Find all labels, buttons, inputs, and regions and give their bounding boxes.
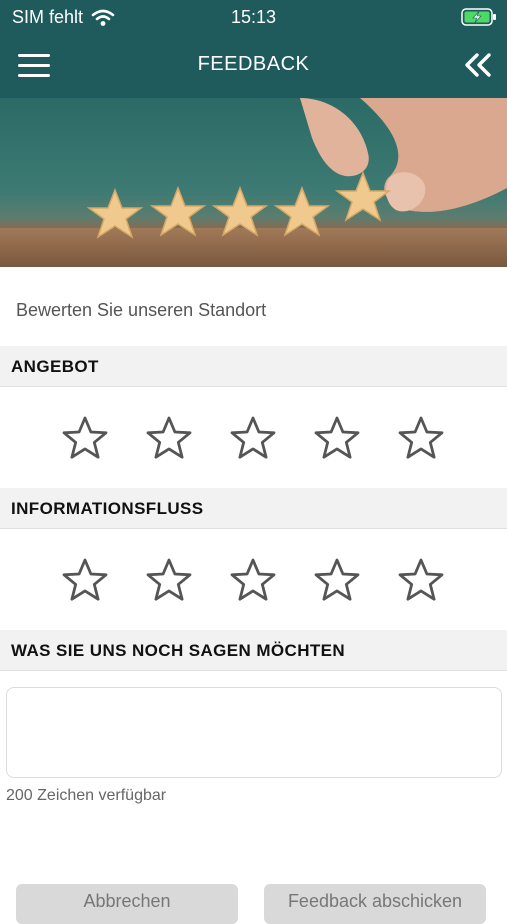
page-title: FEEDBACK (197, 53, 310, 75)
section-header-informationsfluss: INFORMATIONSFLUSS (0, 488, 507, 529)
hero-illustration (86, 98, 507, 239)
star-icon[interactable] (230, 557, 276, 603)
rating-prompt: Bewerten Sie unseren Standort (16, 300, 267, 320)
section-title: ANGEBOT (11, 357, 99, 376)
section-header-message: WAS SIE UNS NOCH SAGEN MÖCHTEN (0, 630, 507, 671)
cancel-button[interactable]: Abbrechen (16, 884, 238, 924)
star-icon[interactable] (146, 415, 192, 461)
star-icon[interactable] (146, 557, 192, 603)
nav-bar: FEEDBACK (0, 34, 507, 98)
hero-image (0, 98, 507, 267)
submit-feedback-button[interactable]: Feedback abschicken (264, 884, 486, 924)
section-title: INFORMATIONSFLUSS (11, 499, 204, 518)
rating-informationsfluss (0, 531, 507, 631)
status-time: 15:13 (230, 7, 277, 27)
message-textarea[interactable] (6, 687, 502, 778)
star-icon[interactable] (314, 557, 360, 603)
section-header-angebot: ANGEBOT (0, 346, 507, 387)
battery-charging-icon (461, 8, 496, 26)
status-bar: SIM fehlt 15:13 (0, 0, 507, 34)
character-counter: 200 Zeichen verfügbar (6, 787, 167, 804)
star-icon[interactable] (314, 415, 360, 461)
double-chevron-left-icon[interactable] (463, 52, 493, 78)
star-icon[interactable] (398, 557, 444, 603)
star-icon[interactable] (62, 415, 108, 461)
star-icon[interactable] (230, 415, 276, 461)
star-icon[interactable] (62, 557, 108, 603)
rating-angebot (0, 389, 507, 489)
top-bar: SIM fehlt 15:13 FEEDBACK (0, 0, 507, 98)
star-icon[interactable] (398, 415, 444, 461)
section-title: WAS SIE UNS NOCH SAGEN MÖCHTEN (11, 641, 346, 660)
